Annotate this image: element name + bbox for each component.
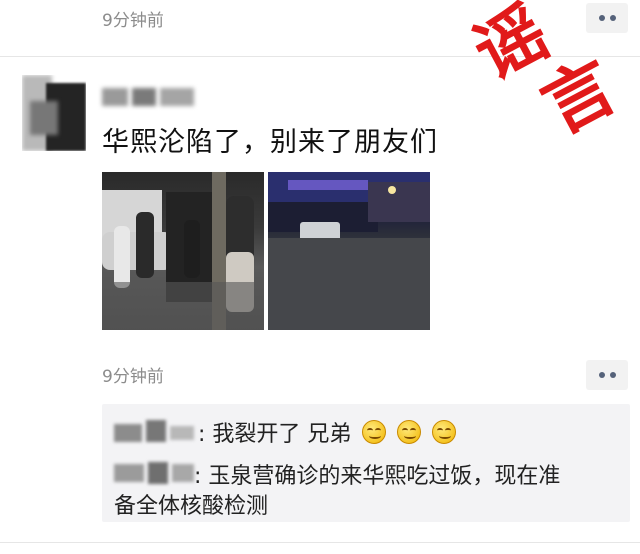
- night-street-photo[interactable]: [102, 172, 264, 330]
- comment-2[interactable]: : 玉泉营确诊的来华熙吃过饭，现在准: [194, 458, 560, 490]
- dot-icon: [609, 372, 616, 378]
- comment-2-continued: 备全体核酸检测: [114, 488, 268, 520]
- night-building-photo[interactable]: [268, 172, 430, 330]
- avatar-blurred[interactable]: [22, 75, 86, 151]
- comment-2-text-b: 备全体核酸检测: [114, 494, 269, 519]
- username-blurred[interactable]: [102, 88, 194, 106]
- like-comment-button[interactable]: [586, 360, 628, 390]
- post-text: 华熙沦陷了，别来了朋友们: [102, 127, 438, 158]
- comment-2-text-a: : 玉泉营确诊的来华熙吃过饭，现在准: [194, 464, 561, 489]
- comment-1[interactable]: : 我裂开了 兄弟: [198, 416, 457, 448]
- smile-emoji-icon: [432, 420, 457, 444]
- dot-icon: [598, 372, 605, 378]
- previous-post-time: 9分钟前: [102, 11, 164, 31]
- smile-emoji-icon: [397, 420, 422, 444]
- comment-1-text: : 我裂开了 兄弟: [198, 422, 352, 447]
- commenter-name-blurred[interactable]: [114, 416, 198, 446]
- smile-emoji-icon: [362, 420, 387, 444]
- rumor-stamp: 谣 言: [460, 0, 640, 150]
- feed-divider: [0, 542, 640, 543]
- comments-panel: : 我裂开了 兄弟 : 玉泉营确诊的来华熙吃过饭，现在准 备全体核酸检测: [102, 404, 630, 522]
- post-time: 9分钟前: [102, 367, 164, 387]
- commenter-name-blurred[interactable]: [114, 456, 194, 486]
